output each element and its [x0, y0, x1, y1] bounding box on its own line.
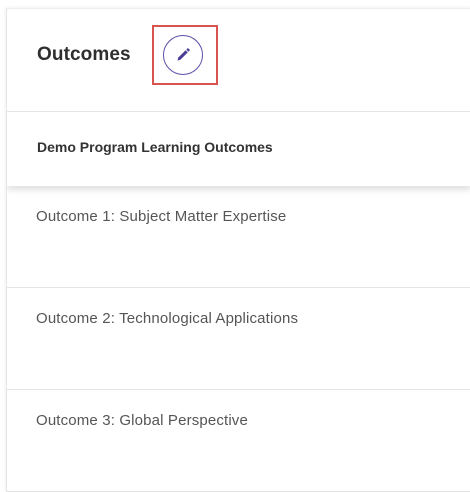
list-item-outcome-1[interactable]: Outcome 1: Subject Matter Expertise [7, 186, 470, 288]
outcome-label: Outcome 3: Global Perspective [36, 412, 248, 429]
edit-highlight-box [152, 25, 218, 85]
list-item-outcome-3[interactable]: Outcome 3: Global Perspective [7, 390, 470, 492]
outcome-label: Outcome 1: Subject Matter Expertise [36, 208, 287, 225]
program-title: Demo Program Learning Outcomes [37, 139, 273, 155]
list-item-outcome-2[interactable]: Outcome 2: Technological Applications [7, 288, 470, 390]
outcomes-header: Outcomes [7, 9, 470, 112]
edit-outcomes-button[interactable] [163, 35, 203, 75]
pencil-icon [177, 48, 190, 61]
outcome-label: Outcome 2: Technological Applications [36, 310, 299, 327]
page-title: Outcomes [37, 44, 131, 65]
program-title-bar: Demo Program Learning Outcomes [7, 112, 470, 186]
outcomes-panel: Outcomes Demo Program Learning Outcomes … [6, 8, 470, 492]
